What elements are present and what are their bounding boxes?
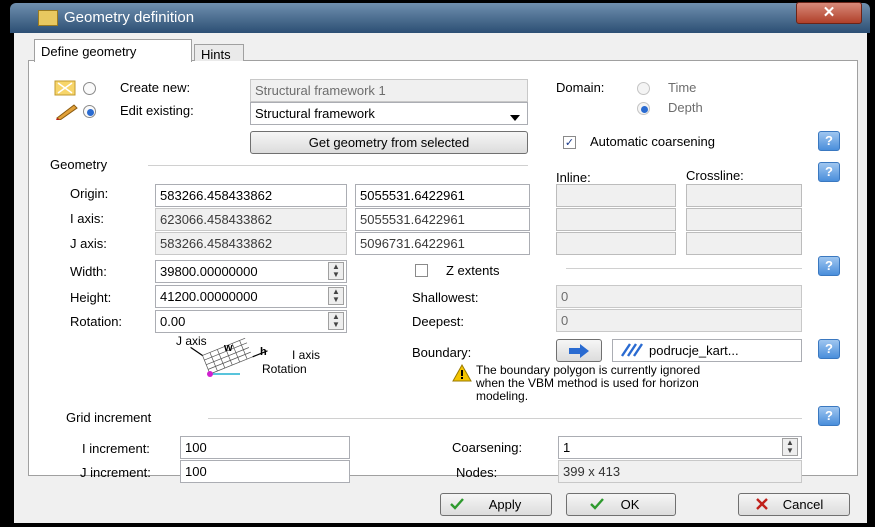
app-icon (38, 10, 58, 26)
diagram-rotation-label: Rotation (262, 362, 307, 376)
cancel-label: Cancel (782, 497, 824, 512)
help-coarsening-icon[interactable]: ? (818, 131, 840, 151)
diagram-w-label: w (224, 342, 233, 354)
rotation-field[interactable]: 0.00 (155, 310, 347, 333)
i-axis-label: I axis: (70, 211, 104, 226)
width-spinner[interactable]: ▲ ▼ (328, 262, 344, 280)
window-title: Geometry definition (64, 9, 195, 26)
origin-inline-field[interactable] (556, 184, 676, 207)
geometry-section-title: Geometry (50, 157, 108, 172)
polygon-icon (620, 342, 646, 358)
pencil-icon (54, 102, 80, 121)
j-increment-label: J increment: (80, 465, 151, 480)
deepest-field[interactable]: 0 (556, 309, 802, 332)
origin-label: Origin: (70, 186, 109, 201)
i-axis-y-field[interactable]: 5055531.6422961 (355, 208, 530, 231)
boundary-value: podrucje_kart... (649, 343, 739, 358)
domain-label: Domain: (556, 80, 605, 95)
chevron-down-icon (510, 110, 520, 121)
help-grid-increment-icon[interactable]: ? (818, 406, 840, 426)
boundary-insert-button[interactable] (556, 339, 602, 362)
help-geometry-icon[interactable]: ? (818, 162, 840, 182)
edit-existing-value: Structural framework (255, 106, 375, 121)
width-label: Width: (70, 264, 107, 279)
diagram-i-axis-label: I axis (292, 348, 321, 362)
edit-existing-label: Edit existing: (120, 103, 194, 118)
origin-y-field[interactable]: 5055531.6422961 (355, 184, 530, 207)
i-axis-inline-field[interactable] (556, 208, 676, 231)
j-axis-label: J axis: (70, 236, 107, 251)
ok-label: OK (620, 497, 640, 512)
rotation-label: Rotation: (70, 314, 123, 329)
get-geometry-button[interactable]: Get geometry from selected (250, 131, 528, 154)
j-axis-y-field[interactable]: 5096731.6422961 (355, 232, 530, 255)
z-extents-label: Z extents (446, 263, 500, 278)
diagram-j-axis-label: J axis (176, 334, 207, 348)
origin-x-field[interactable]: 583266.458433862 (155, 184, 347, 207)
j-axis-inline-field[interactable] (556, 232, 676, 255)
edit-existing-dropdown[interactable]: Structural framework (250, 102, 528, 125)
automatic-coarsening-label: Automatic coarsening (590, 134, 716, 149)
z-extents-checkbox[interactable] (415, 264, 428, 277)
coarsening-field[interactable]: 1 (558, 436, 802, 459)
height-label: Height: (70, 290, 112, 305)
z-extents-divider (566, 268, 802, 269)
i-axis-x-field[interactable]: 623066.458433862 (155, 208, 347, 231)
checkmark-icon (450, 498, 464, 510)
i-increment-field[interactable]: 100 (180, 436, 350, 459)
create-new-label: Create new: (120, 80, 191, 95)
cancel-button[interactable]: Cancel (738, 493, 850, 516)
nodes-field: 399 x 413 (558, 460, 802, 483)
domain-depth-label: Depth (668, 100, 703, 115)
rotation-spinner[interactable]: ▲ ▼ (328, 312, 344, 330)
grid-increment-divider (208, 418, 802, 419)
checkmark-icon (590, 498, 604, 510)
crossline-header: Crossline: (686, 168, 744, 183)
create-new-radio[interactable] (83, 82, 96, 95)
shallowest-field[interactable]: 0 (556, 285, 802, 308)
warning-icon (452, 363, 472, 382)
help-boundary-icon[interactable]: ? (818, 339, 840, 359)
ok-button[interactable]: OK (566, 493, 676, 516)
create-new-name-field[interactable]: Structural framework 1 (250, 79, 528, 102)
width-field[interactable]: 39800.00000000 (155, 260, 347, 283)
boundary-warning-text: The boundary polygon is currently ignore… (476, 363, 701, 403)
height-field[interactable]: 41200.00000000 (155, 285, 347, 308)
origin-crossline-field[interactable] (686, 184, 802, 207)
geometry-divider (148, 165, 528, 166)
deepest-label: Deepest: (412, 314, 465, 329)
i-axis-crossline-field[interactable] (686, 208, 802, 231)
coarsening-spinner[interactable]: ▲ ▼ (782, 438, 798, 456)
tab-hints[interactable]: Hints (194, 44, 244, 62)
diagram-h-label: h (260, 346, 267, 358)
j-axis-x-field[interactable]: 583266.458433862 (155, 232, 347, 255)
boundary-label: Boundary: (412, 345, 472, 360)
arrow-right-icon (569, 344, 589, 358)
shallowest-label: Shallowest: (412, 290, 479, 305)
domain-time-radio[interactable] (637, 82, 650, 95)
help-z-extents-icon[interactable]: ? (818, 256, 840, 276)
inline-header: Inline: (556, 170, 591, 185)
edit-existing-radio[interactable] (83, 105, 96, 118)
nodes-label: Nodes: (456, 465, 498, 480)
domain-time-label: Time (668, 80, 697, 95)
j-increment-field[interactable]: 100 (180, 460, 350, 483)
tab-define-geometry[interactable]: Define geometry (34, 39, 192, 62)
coarsening-label: Coarsening: (452, 440, 523, 455)
domain-depth-radio[interactable] (637, 102, 650, 115)
automatic-coarsening-checkbox[interactable]: ✓ (563, 136, 576, 149)
height-spinner[interactable]: ▲ ▼ (328, 287, 344, 305)
create-new-icon (54, 79, 80, 97)
cancel-x-icon (756, 498, 768, 510)
i-increment-label: I increment: (82, 441, 150, 456)
close-button[interactable]: ✕ (796, 2, 862, 24)
grid-increment-section-title: Grid increment (66, 410, 152, 425)
apply-label: Apply (488, 497, 522, 512)
j-axis-crossline-field[interactable] (686, 232, 802, 255)
